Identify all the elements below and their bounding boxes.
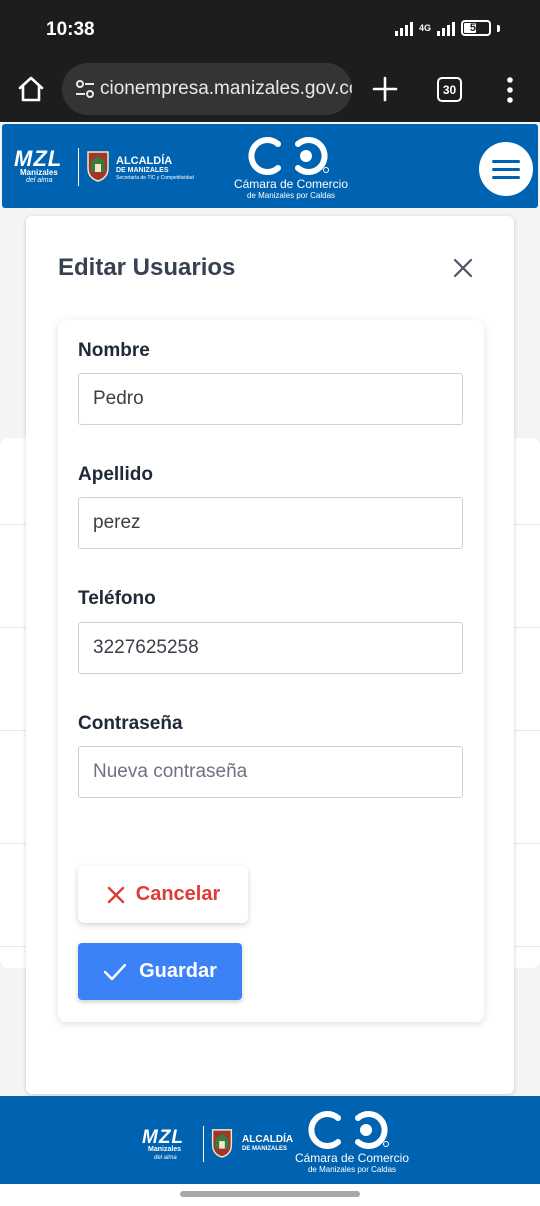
footer-camara-title: Cámara de Comercio xyxy=(294,1151,410,1165)
home-icon[interactable] xyxy=(16,74,46,104)
footer-mzl-logo: MZL Manizales del alma xyxy=(142,1127,185,1162)
gesture-handle[interactable] xyxy=(180,1191,360,1197)
footer-alcaldia-sub: DE MANIZALES xyxy=(242,1146,287,1152)
hamburger-menu-button[interactable] xyxy=(479,142,533,196)
close-icon[interactable] xyxy=(451,256,475,280)
battery-icon: 51 xyxy=(461,20,491,36)
footer-camara-logo-icon xyxy=(308,1111,389,1149)
nombre-label: Nombre xyxy=(78,340,150,361)
footer-mzl-text: MZL xyxy=(142,1127,185,1148)
footer-coat-of-arms-icon xyxy=(211,1129,233,1158)
battery-level: 51 xyxy=(469,22,483,34)
coat-of-arms-icon xyxy=(87,151,109,182)
mzl-logo-sub: Manizales xyxy=(20,168,58,177)
browser-toolbar: cionempresa.manizales.gov.co 30 xyxy=(0,58,540,122)
edit-user-modal: Editar Usuarios Nombre Apellido Teléfono… xyxy=(26,216,514,1094)
camara-title: Cámara de Comercio xyxy=(233,177,349,191)
url-text: cionempresa.manizales.gov.co xyxy=(100,78,352,99)
x-icon xyxy=(107,886,124,903)
cancel-button[interactable]: Cancelar xyxy=(78,866,248,923)
signal-icon-2 xyxy=(437,20,455,36)
status-bar: 10:38 4G 51 xyxy=(0,0,540,58)
nombre-input[interactable] xyxy=(78,373,463,425)
battery-nub xyxy=(497,24,500,32)
tab-count: 30 xyxy=(442,82,457,97)
alcaldia-title: ALCALDÍA xyxy=(116,155,173,167)
overflow-menu-icon[interactable] xyxy=(500,75,520,105)
footer-alcaldia-title: ALCALDÍA xyxy=(242,1134,294,1145)
telefono-input[interactable] xyxy=(78,622,463,674)
mzl-logo-tagline: del alma xyxy=(26,177,53,184)
modal-title: Editar Usuarios xyxy=(58,254,236,281)
footer-logo-divider xyxy=(203,1126,204,1162)
footer-alcaldia-logo: ALCALDÍA DE MANIZALES xyxy=(242,1134,293,1153)
alcaldia-sub: DE MANIZALES xyxy=(116,167,169,174)
gesture-area xyxy=(0,1184,540,1206)
save-button-label: Guardar xyxy=(139,960,217,982)
camara-logo-icon xyxy=(248,137,329,175)
status-time: 10:38 xyxy=(46,19,95,40)
apellido-label: Apellido xyxy=(78,464,153,485)
edit-user-form: Nombre Apellido Teléfono Contraseña Canc… xyxy=(58,320,484,1022)
status-icons: 4G 51 xyxy=(394,20,500,36)
alcaldia-detail: Secretaría de TIC y Competitividad xyxy=(116,175,194,181)
address-bar[interactable]: cionempresa.manizales.gov.co xyxy=(62,63,352,115)
camara-subtitle: de Manizales por Caldas xyxy=(246,191,336,200)
alcaldia-logo: ALCALDÍA DE MANIZALES Secretaría de TIC … xyxy=(116,155,194,182)
contrasena-label: Contraseña xyxy=(78,713,183,734)
new-tab-plus-icon[interactable] xyxy=(372,76,398,102)
network-type: 4G xyxy=(418,23,431,33)
web-page: MZL Manizales del alma ALCALDÍA DE MANIZ… xyxy=(0,122,540,1184)
save-button[interactable]: Guardar xyxy=(78,943,242,1000)
mzl-logo-text: MZL xyxy=(14,146,63,171)
cancel-button-label: Cancelar xyxy=(135,883,221,905)
mzl-logo: MZL Manizales del alma xyxy=(14,146,63,185)
tab-switcher-icon[interactable]: 30 xyxy=(437,77,462,102)
footer-mzl-sub: Manizales xyxy=(148,1146,182,1153)
site-footer: MZL Manizales del alma ALCALDÍA DE MANIZ… xyxy=(0,1096,540,1184)
site-settings-icon[interactable] xyxy=(74,78,96,100)
logo-divider xyxy=(78,148,79,186)
apellido-input[interactable] xyxy=(78,497,463,549)
check-icon xyxy=(103,963,127,980)
site-header: MZL Manizales del alma ALCALDÍA DE MANIZ… xyxy=(2,124,538,208)
signal-icon xyxy=(394,20,413,36)
footer-mzl-tagline: del alma xyxy=(154,1155,177,1161)
footer-camara-subtitle: de Manizales por Caldas xyxy=(307,1165,397,1174)
telefono-label: Teléfono xyxy=(78,588,156,609)
contrasena-input[interactable] xyxy=(78,746,463,798)
